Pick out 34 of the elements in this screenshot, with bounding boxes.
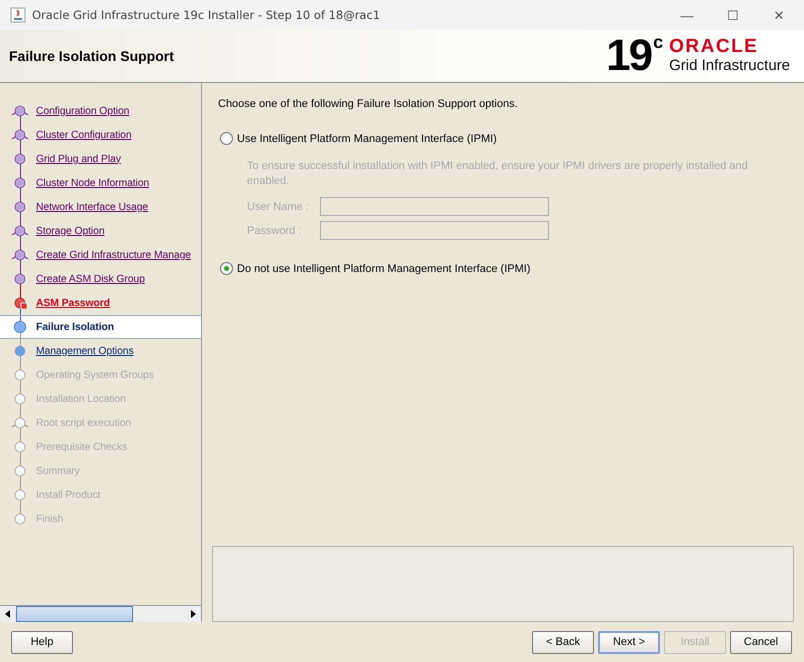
field-label: User Name :: [247, 200, 310, 212]
step-link[interactable]: Network Interface Usage: [36, 202, 148, 212]
version-number: 19: [606, 34, 652, 78]
step-link[interactable]: Cluster Node Information: [36, 178, 150, 188]
radio-button[interactable]: [220, 262, 233, 275]
step-link[interactable]: Create Grid Infrastructure Manage: [36, 250, 191, 260]
app-icon: [10, 7, 26, 23]
footer-button[interactable]: < Back: [532, 630, 594, 654]
step-link[interactable]: Cluster Configuration: [36, 130, 132, 140]
window-title: Oracle Grid Infrastructure 19c Installer - Step 10 of 18@rac1: [32, 8, 382, 22]
hint-text: To ensure successful installation with IPMI enabled, ensure your IPMI drivers are properly installed and enabled.: [247, 159, 749, 189]
step-link[interactable]: Storage Option: [36, 226, 104, 236]
step-link[interactable]: Configuration Option: [36, 106, 130, 116]
field-label: Password :: [247, 224, 302, 236]
step-link[interactable]: Failure Isolation: [36, 322, 114, 332]
maximize-button[interactable]: ☐: [710, 8, 756, 22]
option-label[interactable]: Use Intelligent Platform Management Interface (IPMI): [237, 132, 497, 144]
horizontal-scrollbar[interactable]: [0, 605, 201, 622]
radio-button[interactable]: [220, 132, 233, 145]
brand-logo: ORACLE: [669, 37, 760, 57]
instruction-text: Choose one of the following Failure Isolation Support options.: [218, 98, 519, 110]
option-label[interactable]: Do not use Intelligent Platform Management Interface (IPMI): [237, 262, 530, 274]
footer-button[interactable]: Help: [11, 630, 73, 654]
close-button[interactable]: ✕: [756, 8, 802, 22]
version-suffix: c: [653, 32, 664, 53]
step-link[interactable]: Management Options: [36, 346, 134, 356]
minimize-button[interactable]: —: [664, 8, 710, 22]
step-link[interactable]: Grid Plug and Play: [36, 154, 121, 164]
footer-button[interactable]: Next >: [598, 630, 660, 654]
page-title: Failure Isolation Support: [9, 48, 175, 64]
step-link[interactable]: Create ASM Disk Group: [36, 274, 145, 284]
footer-button[interactable]: Cancel: [730, 630, 792, 654]
step-link[interactable]: ASM Password: [36, 298, 110, 308]
product-name: Grid Infrastructure: [669, 57, 790, 75]
